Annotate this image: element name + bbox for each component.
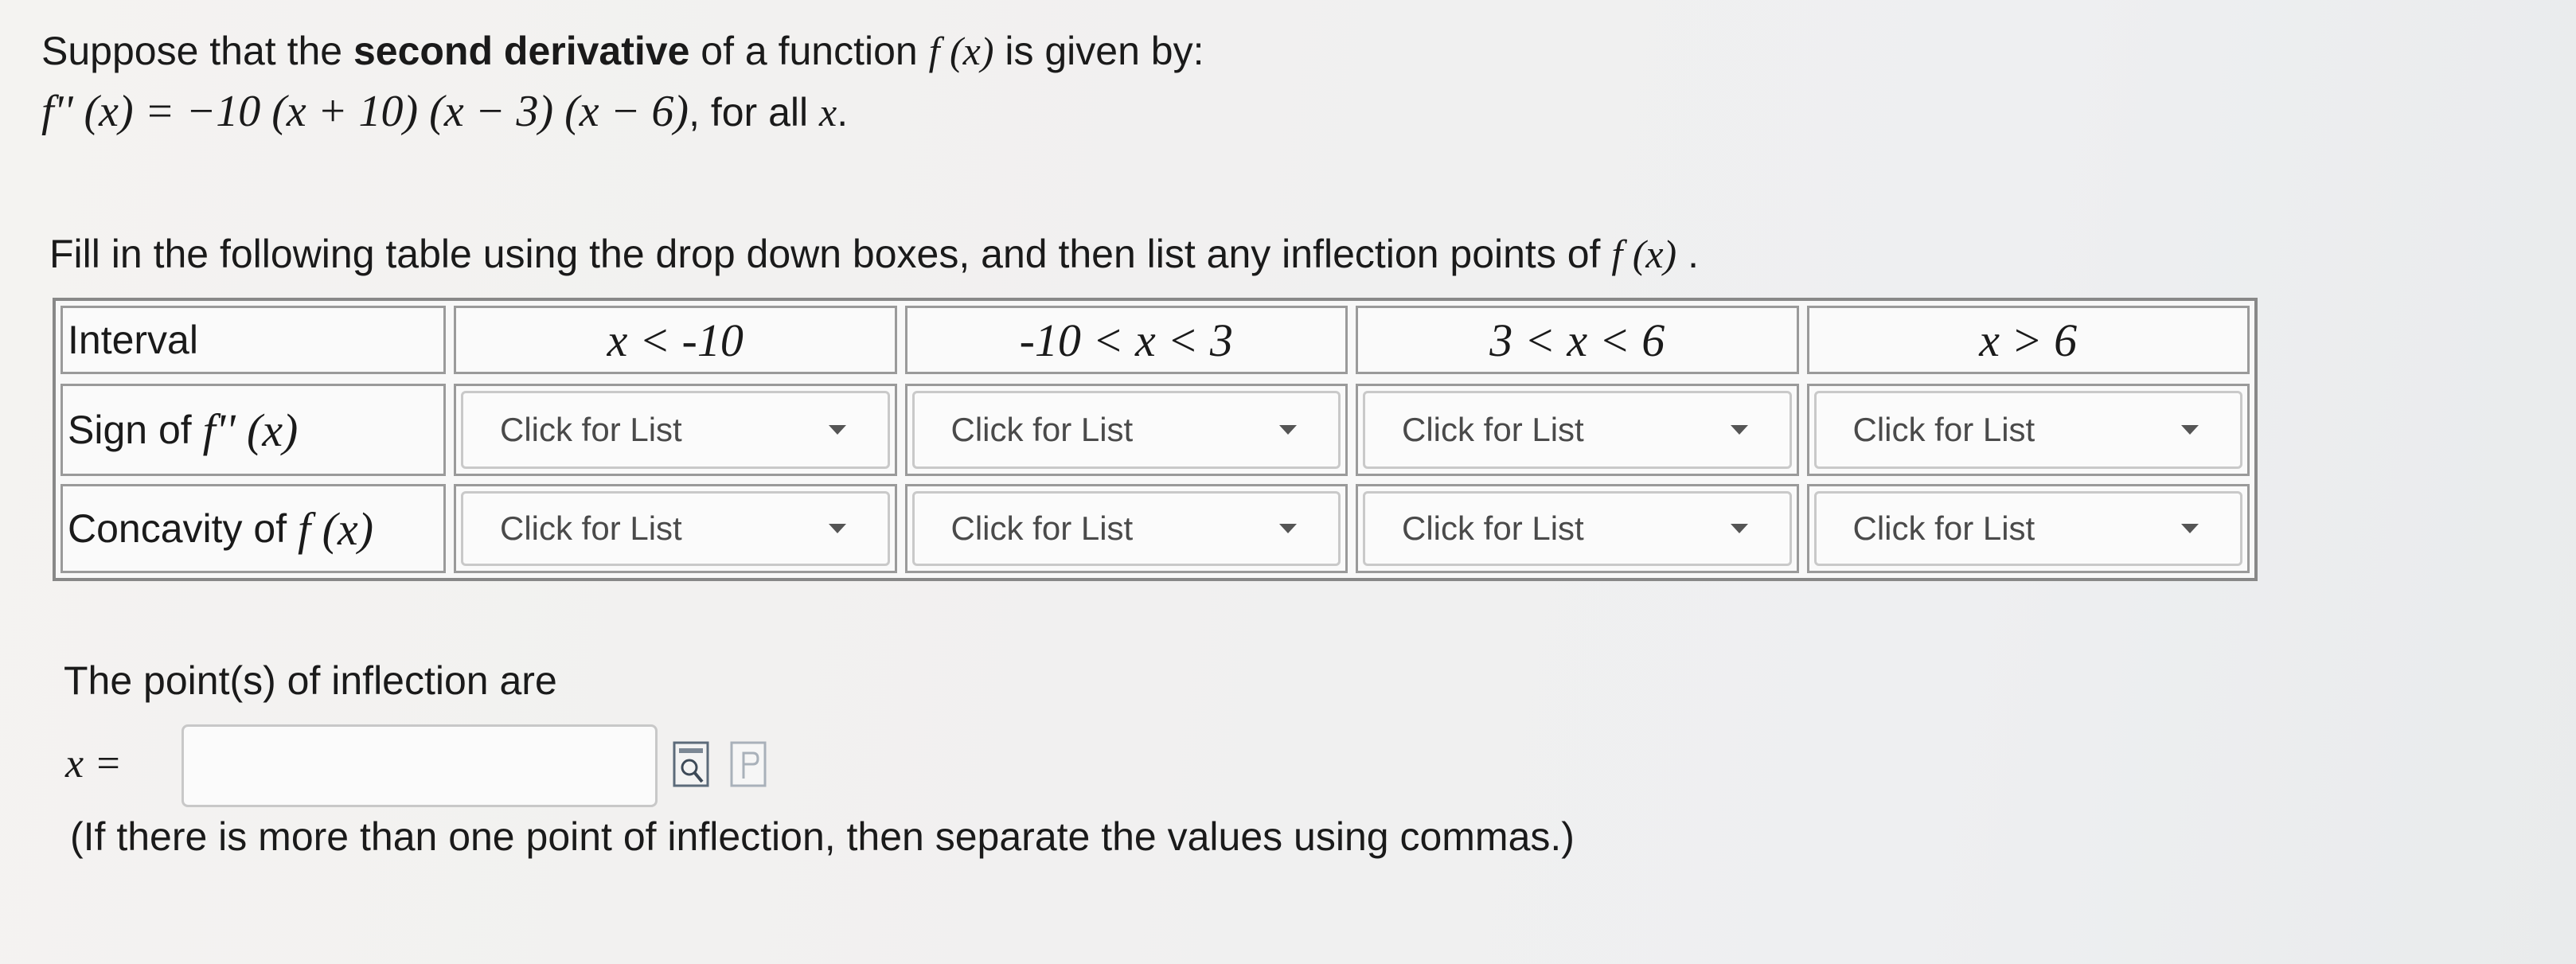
concavity-dropdown[interactable]: Click for List — [1363, 491, 1792, 566]
function-symbol: f (x) — [928, 29, 994, 73]
dropdown-label: Click for List — [500, 411, 682, 448]
dropdown-arrow-icon — [1279, 524, 1297, 533]
intro-tail: is given by: — [993, 29, 1204, 73]
dropdown-label: Click for List — [1402, 509, 1584, 547]
interval-header: Interval — [60, 306, 446, 374]
dropdown-arrow-icon — [2181, 425, 2199, 435]
sign-row: Sign of f'' (x) Click for List Click for… — [60, 384, 2250, 476]
dropdown-label: Click for List — [1852, 411, 2035, 448]
input-note: (If there is more than one point of infl… — [70, 814, 1575, 859]
instructions-period: . — [1676, 232, 1699, 276]
dropdown-arrow-icon — [1730, 425, 1748, 435]
formula-var: x — [819, 90, 837, 135]
intro-text: Suppose that the — [41, 29, 353, 73]
preview-icon[interactable] — [672, 740, 713, 790]
dropdown-arrow-icon — [1279, 425, 1297, 435]
x-equals-label: x = — [65, 741, 123, 786]
concavity-dropdown[interactable]: Click for List — [461, 491, 890, 566]
instructions: Fill in the following table using the dr… — [49, 231, 1699, 277]
dropdown-label: Click for List — [950, 411, 1134, 448]
formula-tail: , for all — [689, 90, 820, 135]
dropdown-label: Click for List — [500, 509, 682, 547]
dropdown-cell: Click for List — [454, 484, 897, 573]
dropdown-cell: Click for List — [904, 384, 1348, 476]
interval-cell: 3 < x < 6 — [1356, 306, 1799, 374]
dropdown-cell: Click for List — [904, 484, 1348, 573]
concavity-dropdown[interactable]: Click for List — [911, 491, 1341, 566]
dropdown-arrow-icon — [2181, 524, 2199, 533]
dropdown-cell: Click for List — [1356, 384, 1799, 476]
sign-dropdown[interactable]: Click for List — [911, 391, 1341, 469]
concavity-label-text: Concavity of — [68, 506, 287, 551]
concavity-row: Concavity of f (x) Click for List Click … — [60, 484, 2250, 573]
sign-concavity-table: Interval x < -10 -10 < x < 3 3 < x < 6 x… — [53, 298, 2258, 581]
concavity-label-math: f (x) — [298, 502, 374, 555]
sign-dropdown[interactable]: Click for List — [1363, 391, 1792, 469]
sign-dropdown[interactable]: Click for List — [1813, 391, 2242, 469]
dropdown-arrow-icon — [1730, 524, 1748, 533]
intro-bold-text: second derivative — [353, 29, 690, 73]
interval-cell: x < -10 — [454, 306, 897, 374]
sign-label-math: f'' (x) — [202, 404, 299, 456]
problem-intro-line: Suppose that the second derivative of a … — [41, 21, 1204, 81]
dropdown-label: Click for List — [1402, 411, 1584, 448]
formula-line: f'' (x) = −10 (x + 10) (x − 3) (x − 6), … — [41, 81, 1204, 142]
dropdown-label: Click for List — [1852, 509, 2035, 547]
concavity-dropdown[interactable]: Click for List — [1813, 491, 2242, 566]
formula-period: . — [837, 90, 849, 135]
dropdown-cell: Click for List — [1356, 484, 1799, 573]
sign-dropdown[interactable]: Click for List — [461, 391, 890, 469]
inflection-points-label: The point(s) of inflection are — [64, 658, 557, 703]
formula-icon[interactable] — [729, 740, 771, 790]
dropdown-cell: Click for List — [1806, 384, 2250, 476]
instructions-text: Fill in the following table using the dr… — [49, 232, 1612, 276]
inflection-points-input[interactable] — [181, 724, 658, 807]
sign-row-label: Sign of f'' (x) — [60, 384, 446, 476]
interval-cell: -10 < x < 3 — [904, 306, 1348, 374]
concavity-row-label: Concavity of f (x) — [60, 484, 446, 573]
intro-text-2: of a function — [689, 29, 929, 73]
dropdown-label: Click for List — [950, 509, 1134, 547]
interval-cell: x > 6 — [1806, 306, 2250, 374]
problem-statement: Suppose that the second derivative of a … — [41, 21, 1204, 142]
second-derivative-formula: f'' (x) = −10 (x + 10) (x − 3) (x − 6) — [41, 87, 689, 136]
dropdown-arrow-icon — [828, 524, 846, 533]
dropdown-cell: Click for List — [1806, 484, 2250, 573]
sign-label-text: Sign of — [68, 408, 192, 452]
table-header-row: Interval x < -10 -10 < x < 3 3 < x < 6 x… — [60, 306, 2250, 374]
instructions-function: f (x) — [1611, 232, 1677, 276]
dropdown-arrow-icon — [828, 425, 846, 435]
dropdown-cell: Click for List — [454, 384, 897, 476]
